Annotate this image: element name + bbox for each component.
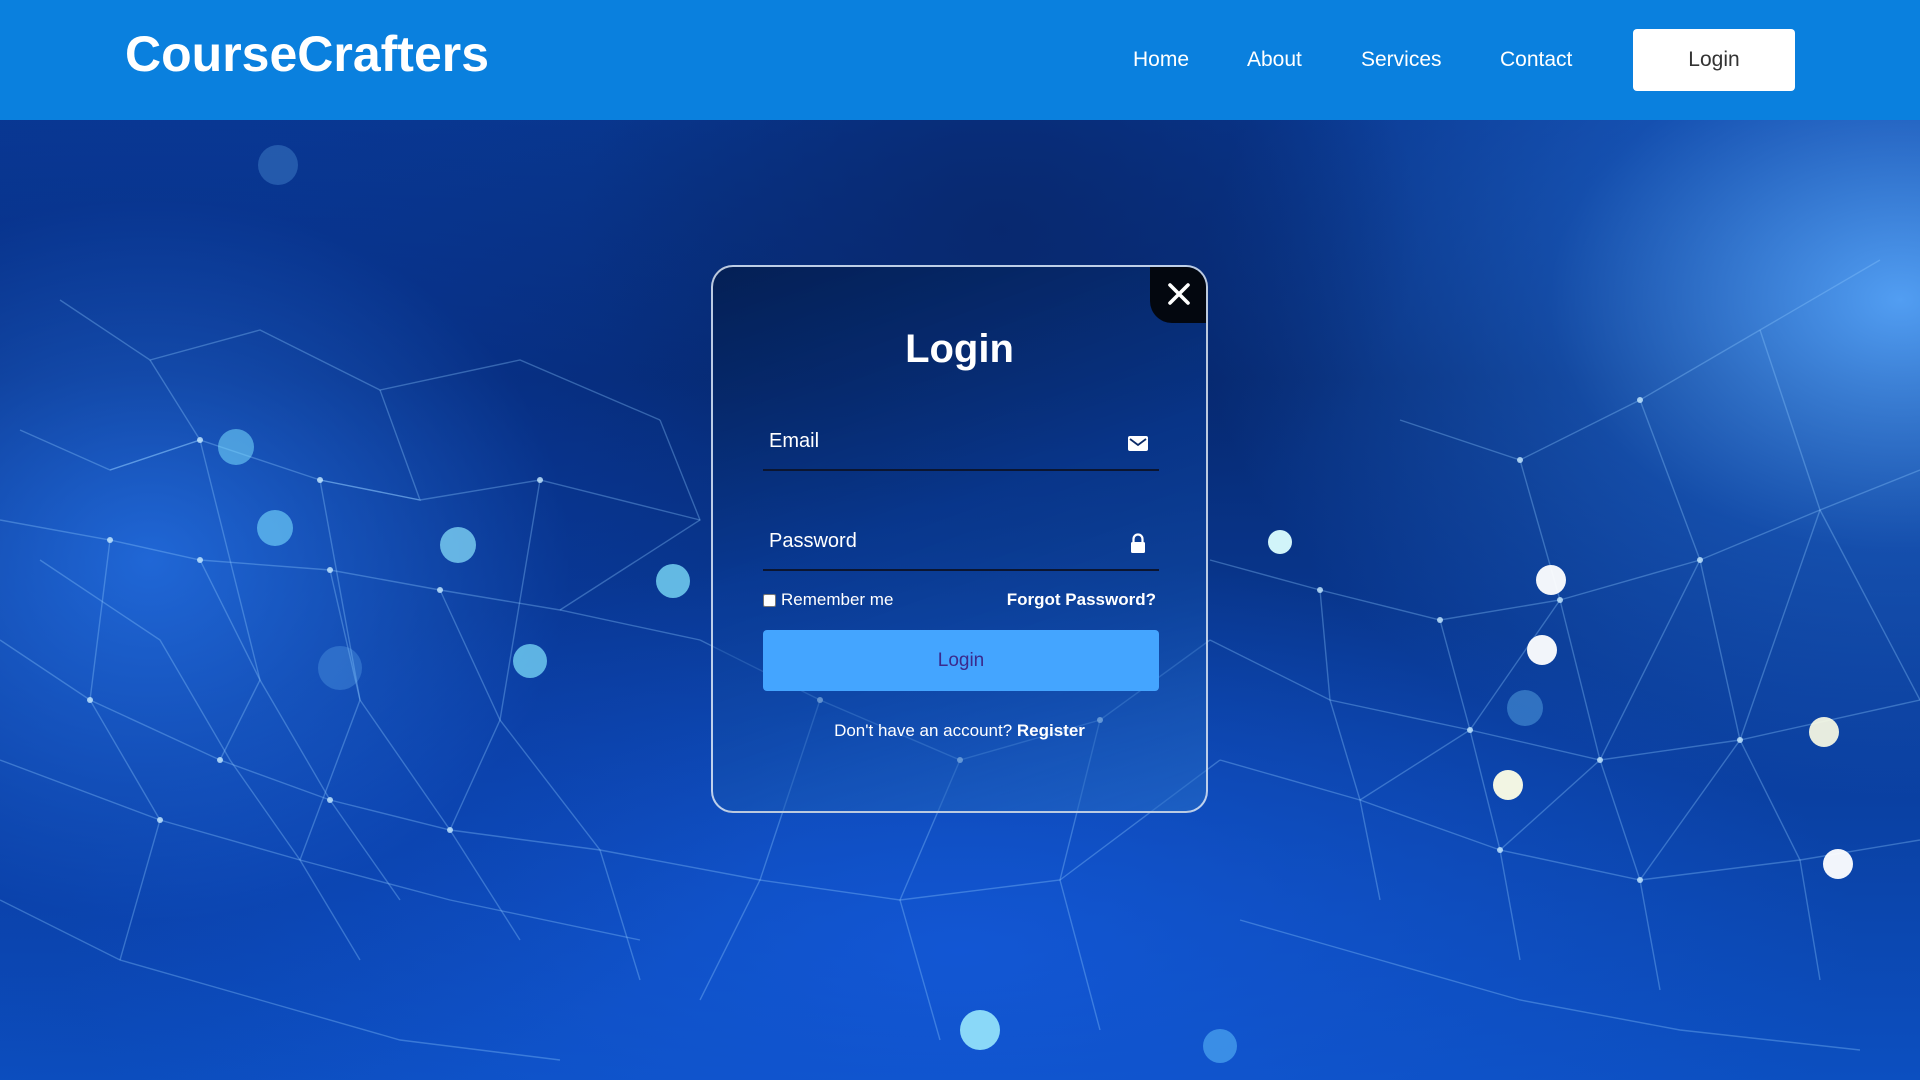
main-nav: Home About Services Contact [0,45,1920,75]
header-login-button[interactable]: Login [1633,29,1795,91]
email-input[interactable] [763,415,1109,467]
nav-services-link[interactable]: Services [1361,45,1442,75]
password-input[interactable] [763,515,1109,567]
register-link[interactable]: Register [1017,721,1085,740]
nav-about-link[interactable]: About [1247,45,1302,75]
remember-me: Remember me [763,589,893,611]
top-navbar: CourseCrafters Home About Services Conta… [0,0,1920,120]
register-prompt-text: Don't have an account? [834,721,1013,740]
close-button[interactable] [1150,267,1206,323]
close-icon [1168,283,1190,305]
forgot-password-link[interactable]: Forgot Password? [1007,589,1156,611]
lock-icon [1131,533,1145,553]
remember-checkbox[interactable] [763,593,776,607]
login-submit-button[interactable]: Login [763,630,1159,691]
nav-contact-link[interactable]: Contact [1500,45,1572,75]
register-prompt: Don't have an account? Register [713,720,1206,742]
password-field [763,515,1159,571]
modal-title: Login [905,327,1014,371]
remember-label[interactable]: Remember me [781,590,893,610]
login-modal: Login Remember me Forgot Password? Login… [711,265,1208,813]
nav-home-link[interactable]: Home [1133,45,1189,75]
email-field [763,415,1159,471]
envelope-icon [1128,436,1148,451]
